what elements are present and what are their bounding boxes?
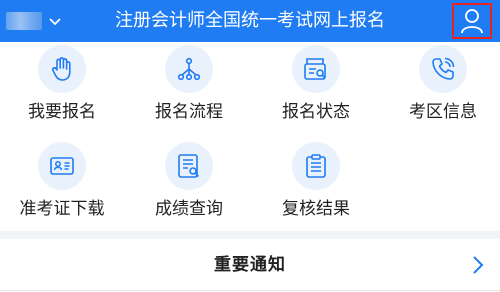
score-search-icon <box>178 154 200 178</box>
menu-item-label: 考区信息 <box>409 102 477 122</box>
icon-circle <box>165 142 213 190</box>
menu-item-label: 准考证下载 <box>19 199 105 219</box>
clipboard-icon <box>306 154 326 178</box>
menu-item-exam-area[interactable]: 考区信息 <box>393 45 493 135</box>
page-title: 注册会计师全国统一考试网上报名 <box>115 10 385 31</box>
menu-item-review-result[interactable]: 复核结果 <box>266 142 366 232</box>
id-card-icon <box>50 157 74 175</box>
user-button[interactable] <box>452 3 492 39</box>
menu-item-score-query[interactable]: 成绩查询 <box>139 142 239 232</box>
flow-icon <box>177 57 201 81</box>
icon-circle <box>292 142 340 190</box>
chevron-down-icon <box>49 18 61 26</box>
icon-circle <box>292 45 340 93</box>
icon-circle <box>38 45 86 93</box>
status-icon <box>304 58 326 80</box>
top-bar: 注册会计师全国统一考试网上报名 <box>0 0 500 42</box>
important-notice-row[interactable]: 重要通知 <box>0 239 500 292</box>
region-selector[interactable] <box>6 9 64 33</box>
menu-item-register[interactable]: 我要报名 <box>12 45 112 135</box>
menu-item-label: 报名状态 <box>282 102 350 122</box>
chevron-right-icon <box>473 256 484 274</box>
region-name-blurred <box>6 12 42 30</box>
icon-circle <box>165 45 213 93</box>
menu-item-label: 成绩查询 <box>155 199 223 219</box>
divider-line <box>0 290 500 291</box>
menu-item-label: 我要报名 <box>28 102 96 122</box>
menu-item-status[interactable]: 报名状态 <box>266 45 366 135</box>
icon-circle <box>38 142 86 190</box>
menu-item-process[interactable]: 报名流程 <box>139 45 239 135</box>
section-divider <box>0 231 500 239</box>
hand-icon <box>51 57 71 81</box>
icon-circle <box>419 45 467 93</box>
menu-item-label: 报名流程 <box>155 102 223 122</box>
user-icon <box>461 9 483 34</box>
menu-item-admission-ticket[interactable]: 准考证下载 <box>12 142 112 232</box>
phone-icon <box>432 57 455 80</box>
notice-title: 重要通知 <box>214 255 286 275</box>
menu-item-label: 复核结果 <box>282 199 350 219</box>
